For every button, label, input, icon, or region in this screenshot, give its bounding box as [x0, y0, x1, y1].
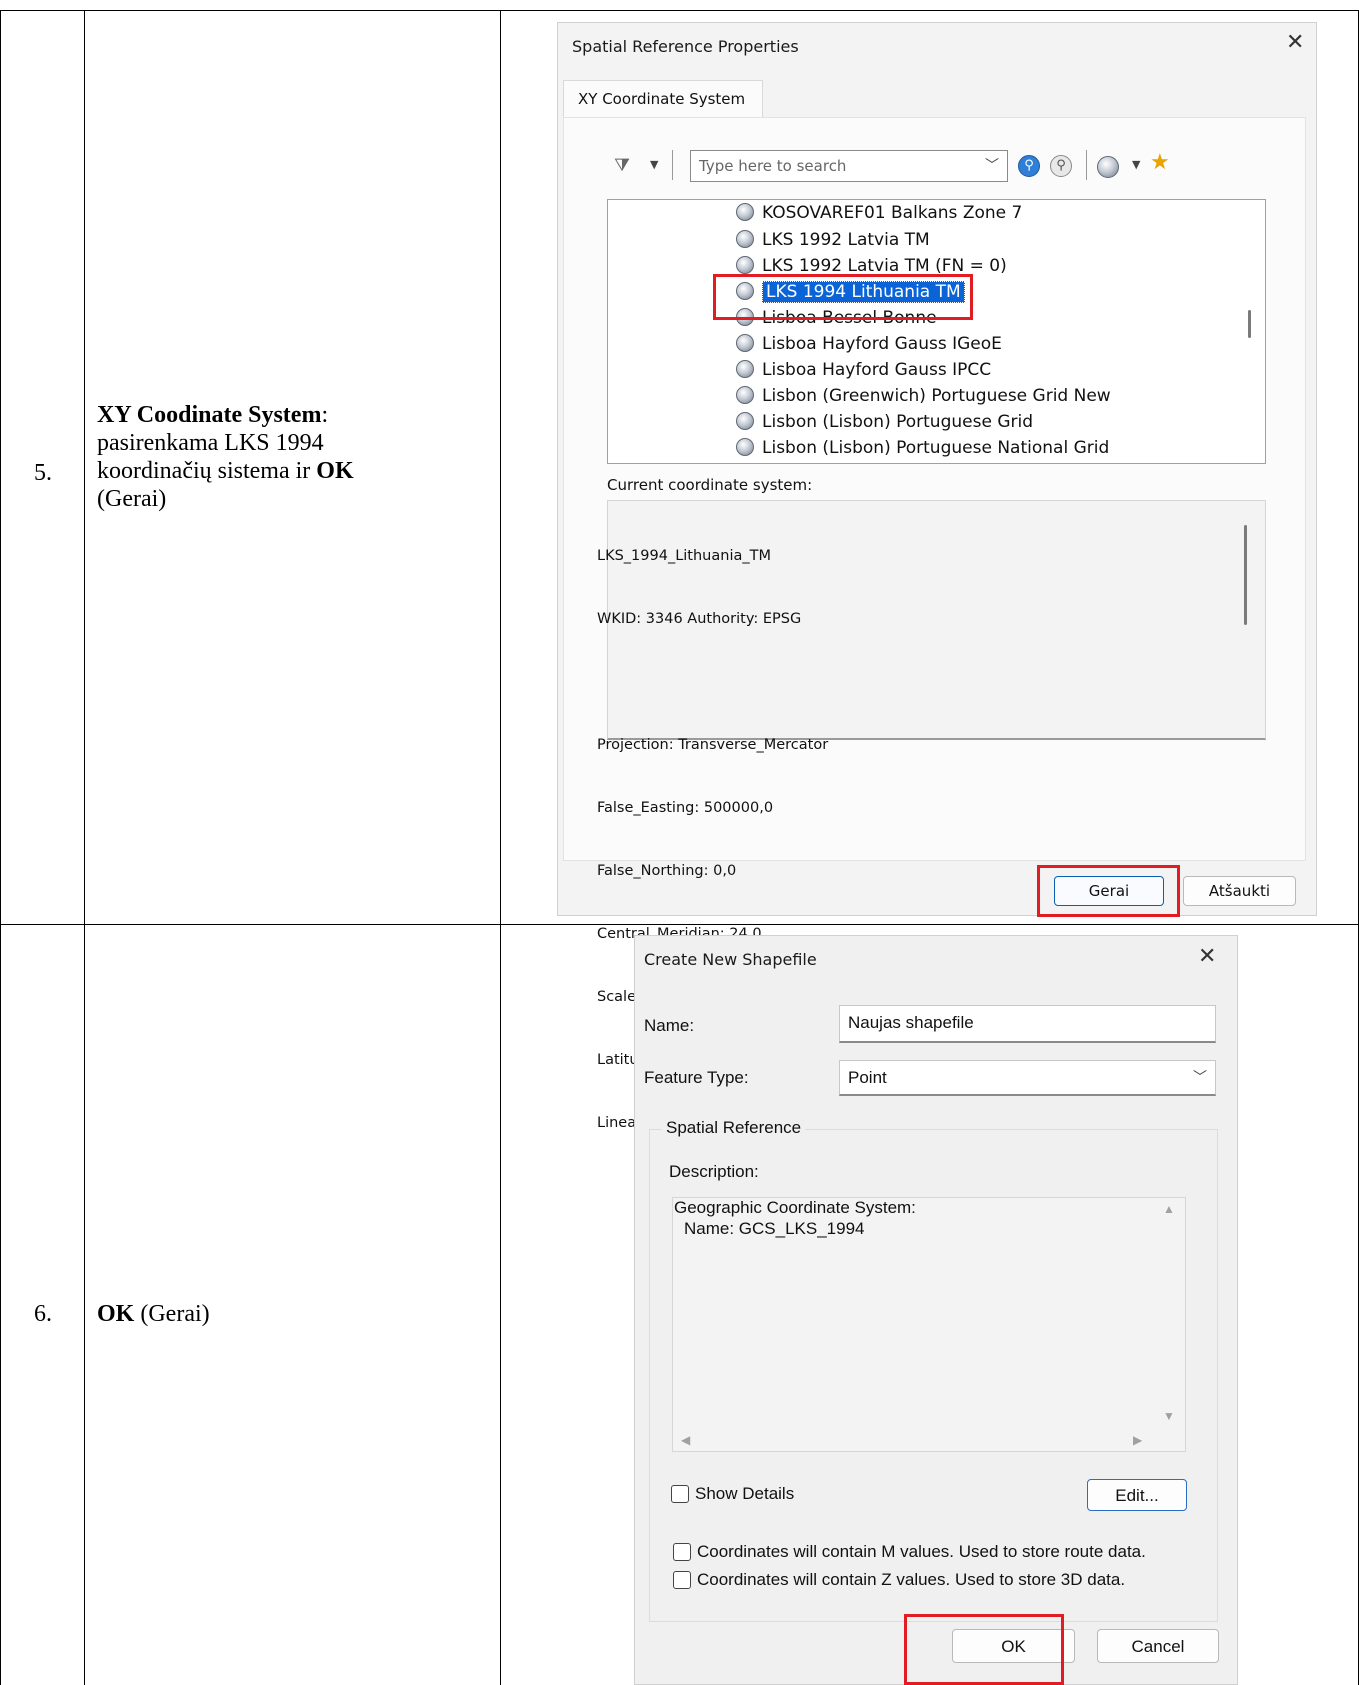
table-col-divider-2 — [500, 10, 501, 1685]
globe-icon[interactable] — [1097, 156, 1119, 178]
atsaukti-button[interactable]: Atšaukti — [1183, 876, 1296, 906]
row-5-line-4: (Gerai) — [97, 486, 167, 512]
row-5-number: 5. — [34, 460, 52, 486]
close-icon[interactable]: ✕ — [1198, 944, 1216, 969]
tab-xy-coordinate-system[interactable]: XY Coordinate System — [563, 80, 763, 118]
tree-item[interactable]: Lisbon (Lisbon) Portuguese Grid — [736, 412, 1033, 436]
globe-icon — [736, 230, 754, 248]
row-5-instruction: XY Coodinate System: pasirenkama LKS 199… — [97, 401, 492, 513]
z-values-label: Coordinates will contain Z values. Used … — [697, 1570, 1126, 1589]
toolbar-separator — [672, 150, 673, 180]
tree-item[interactable]: Lisboa Hayford Gauss IGeoE — [736, 334, 1002, 358]
description-line-1: Geographic Coordinate System: — [674, 1198, 916, 1217]
m-values-label: Coordinates will contain M values. Used … — [697, 1542, 1146, 1561]
toolbar-separator-2 — [1086, 150, 1087, 180]
favorite-star-icon[interactable]: ★ — [1150, 150, 1170, 175]
filter-icon[interactable]: ⧩ — [614, 155, 630, 176]
search-placeholder: Type here to search — [699, 157, 847, 175]
globe-icon — [736, 386, 754, 404]
row-6-instruction: OK (Gerai) — [97, 1300, 210, 1328]
chevron-down-icon[interactable]: ﹀ — [985, 155, 999, 175]
table-col-divider-1 — [84, 10, 85, 1685]
ok-highlight-box — [904, 1614, 1064, 1685]
gerai-highlight-box — [1037, 865, 1180, 917]
z-values-checkbox[interactable] — [673, 1571, 691, 1589]
row-5-ok: OK — [316, 458, 354, 484]
search-icon[interactable]: ⚲ — [1018, 155, 1040, 177]
spatial-reference-group-label: Spatial Reference — [662, 1118, 806, 1138]
feature-type-value: Point — [848, 1068, 887, 1087]
globe-icon — [736, 256, 754, 274]
tree-item-selected[interactable]: LKS 1994 Lithuania TM — [736, 281, 965, 306]
tree-scrollbar[interactable] — [1248, 310, 1251, 338]
search-input[interactable]: Type here to search ﹀ — [690, 150, 1008, 182]
row-6-rest: (Gerai) — [134, 1301, 210, 1327]
current-coordinate-system-label: Current coordinate system: — [607, 476, 813, 494]
scroll-down-icon[interactable]: ▼ — [1163, 1409, 1175, 1423]
globe-dropdown-icon[interactable]: ▼ — [1132, 158, 1140, 171]
m-values-checkbox[interactable] — [673, 1543, 691, 1561]
chevron-down-icon: ﹀ — [1193, 1070, 1207, 1086]
details-scrollbar[interactable] — [1244, 525, 1247, 625]
tree-item[interactable]: LKS 1992 Latvia TM — [736, 230, 930, 254]
globe-icon — [736, 438, 754, 456]
name-input[interactable]: Naujas shapefile — [839, 1005, 1216, 1043]
edit-button[interactable]: Edit... — [1087, 1479, 1187, 1511]
globe-icon — [736, 412, 754, 430]
feature-type-label: Feature Type: — [644, 1068, 749, 1087]
scroll-up-icon[interactable]: ▲ — [1163, 1202, 1175, 1216]
table-left-border — [0, 10, 1, 1685]
tree-item[interactable]: Lisboa Hayford Gauss IPCC — [736, 360, 991, 384]
scroll-right-icon[interactable]: ▶ — [1133, 1433, 1142, 1447]
globe-icon — [736, 334, 754, 352]
description-label: Description: — [669, 1162, 759, 1181]
table-top-border — [0, 10, 1359, 11]
scroll-left-icon[interactable]: ◀ — [681, 1433, 690, 1447]
row-5-line-3: koordinačių sistema ir — [97, 458, 317, 484]
tree-item[interactable]: KOSOVAREF01 Balkans Zone 7 — [736, 203, 1022, 227]
globe-icon — [736, 203, 754, 221]
row-6-ok: OK — [97, 1301, 135, 1327]
cancel-button[interactable]: Cancel — [1097, 1629, 1219, 1663]
dialog-title: Spatial Reference Properties — [572, 37, 799, 56]
close-icon[interactable]: ✕ — [1286, 30, 1304, 55]
show-details-checkbox[interactable] — [671, 1485, 689, 1503]
description-line-2: Name: GCS_LKS_1994 — [684, 1219, 865, 1238]
clear-search-icon[interactable]: ⚲ — [1050, 155, 1072, 177]
feature-type-select[interactable]: Point ﹀ — [839, 1060, 1216, 1096]
tree-item[interactable]: Lisbon (Lisbon) Portuguese National Grid — [736, 438, 1109, 462]
dialog-title: Create New Shapefile — [644, 950, 817, 969]
row-5-line-2: pasirenkama LKS 1994 — [97, 430, 324, 456]
globe-icon — [736, 360, 754, 378]
row-5-colon: : — [321, 402, 329, 428]
filter-dropdown-icon[interactable]: ▼ — [650, 158, 658, 171]
name-label: Name: — [644, 1016, 695, 1035]
show-details-label: Show Details — [695, 1484, 795, 1503]
coordinate-system-tree: KOSOVAREF01 Balkans Zone 7 LKS 1992 Latv… — [607, 199, 1266, 464]
tree-item[interactable]: Lisbon (Greenwich) Portuguese Grid New — [736, 386, 1111, 410]
row-5-title: XY Coodinate System — [97, 402, 322, 428]
row-6-number: 6. — [34, 1301, 52, 1327]
globe-icon — [736, 282, 754, 300]
